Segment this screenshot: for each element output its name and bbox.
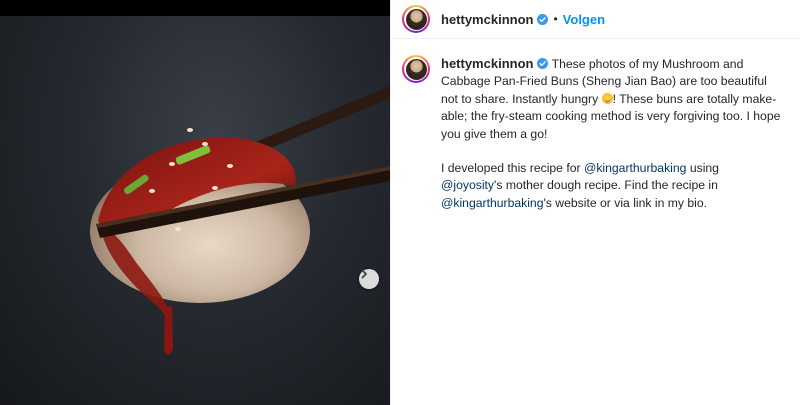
chevron-right-icon — [361, 269, 367, 279]
next-photo-button[interactable] — [359, 269, 379, 289]
caption-text-part-5: 's mother dough recipe. Find the recipe … — [494, 178, 718, 193]
avatar[interactable] — [402, 5, 430, 33]
verified-badge-icon — [537, 13, 549, 25]
caption-paragraph-2: I developed this recipe for @kingarthurb… — [441, 160, 783, 212]
drooling-face-emoji-icon — [601, 92, 613, 104]
top-black-bar — [0, 0, 390, 16]
caption-block: hettymckinnon These photos of my Mushroo… — [402, 55, 792, 212]
follow-button[interactable]: Volgen — [563, 12, 605, 27]
caption-text-part-3: I developed this recipe for — [441, 161, 584, 176]
caption-text: hettymckinnon These photos of my Mushroo… — [441, 55, 783, 212]
caption-paragraph-1: hettymckinnon These photos of my Mushroo… — [441, 55, 783, 143]
caption-username[interactable]: hettymckinnon — [441, 56, 533, 71]
caption-text-part-6: 's website or via link in my bio. — [543, 195, 708, 210]
post-photo[interactable] — [0, 16, 390, 405]
post-side-panel: hettymckinnon • Volgen hettymckinnon The… — [391, 0, 800, 405]
mention-joyosity[interactable]: @joyosity — [441, 178, 494, 192]
post-header: hettymckinnon • Volgen — [391, 0, 800, 39]
dumpling-photo-illustration — [90, 86, 390, 355]
separator-dot: • — [553, 12, 558, 26]
caption-avatar[interactable] — [402, 55, 430, 83]
caption-text-part-4: using — [686, 161, 719, 176]
verified-badge-icon — [537, 58, 549, 69]
header-username[interactable]: hettymckinnon — [441, 12, 533, 27]
mention-kingarthurbaking-2[interactable]: @kingarthurbaking — [441, 196, 543, 210]
mention-kingarthurbaking[interactable]: @kingarthurbaking — [584, 161, 686, 175]
